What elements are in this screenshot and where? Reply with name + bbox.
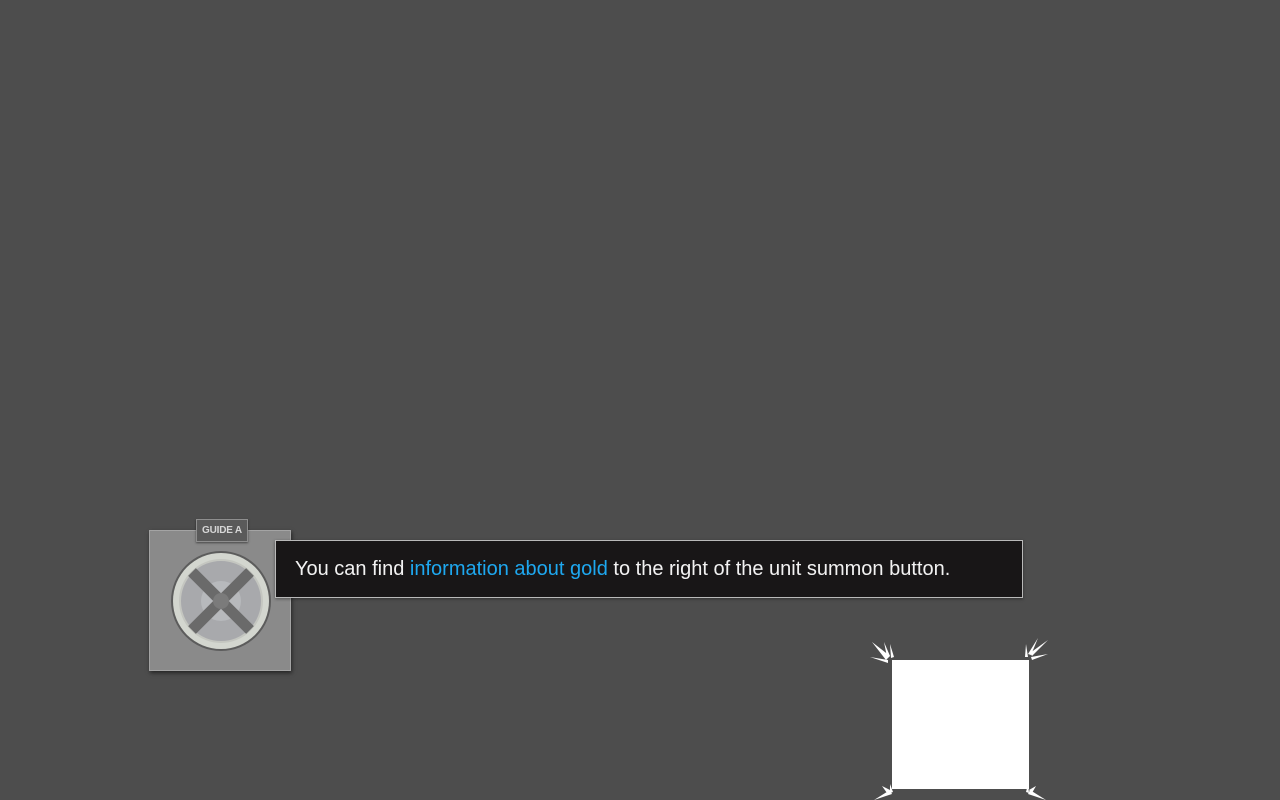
corner-burst-icon: [870, 638, 1048, 800]
dialogue-highlight: information about gold: [409, 558, 608, 580]
guide-name-tag: GUIDE A: [196, 519, 248, 542]
dialogue-text: You can find information about gold to t…: [295, 541, 950, 599]
crossed-wheel-icon: [171, 551, 271, 651]
dialogue-text-after: to the right of the unit summon button.: [607, 558, 951, 580]
tutorial-overlay: GUIDE A You can find information about g…: [0, 0, 1280, 800]
dialogue-box[interactable]: You can find information about gold to t…: [275, 540, 1023, 598]
dialogue-text-before: You can find: [295, 558, 410, 580]
